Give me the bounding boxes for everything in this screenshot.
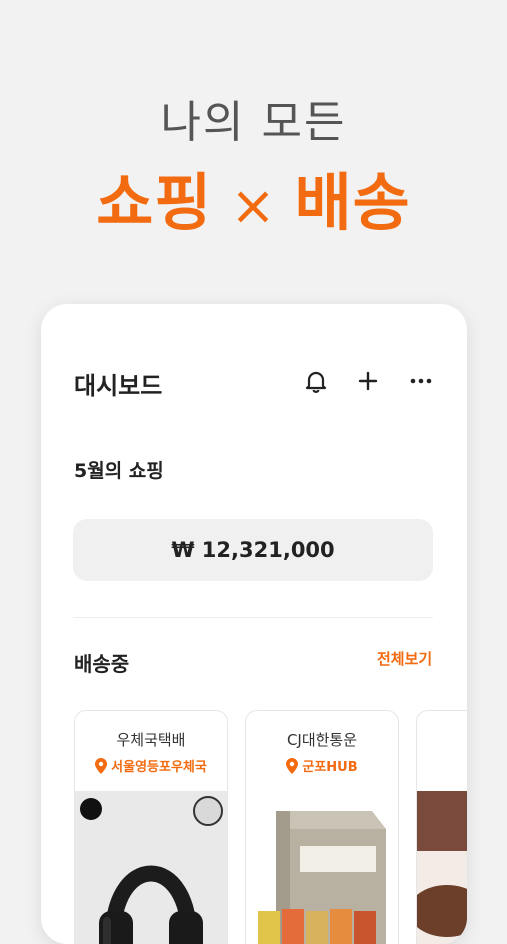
location-text: 군포HUB [302,760,358,775]
hero-heading-line2: 쇼핑 × 배송 [0,152,507,242]
package-card[interactable]: CJ대한통운 군포HUB [245,710,399,944]
more-icon[interactable] [408,368,434,394]
gift-box-product-image [246,791,398,944]
hero-word-shopping: 쇼핑 [96,166,213,239]
dashboard-title: 대시보드 [74,372,163,400]
courier-name: CJ대한통운 [286,731,358,749]
hero-heading-line1: 나의 모든 [160,97,347,148]
dashboard-card: 대시보드 5월의 쇼핑 ₩ 12,321,000 배송중 전체보기 우체국택배 … [41,304,467,944]
package-location: 서울영등포우체국 [75,756,227,775]
courier-name: 우체국택배 [116,731,186,749]
section-divider [73,617,433,618]
month-shopping-label: 5월의 쇼핑 [74,460,164,482]
location-pin-icon [286,757,299,774]
hero-times-sign: × [230,174,277,237]
package-card[interactable] [416,710,467,944]
monthly-spending-total[interactable]: ₩ 12,321,000 [73,519,433,581]
package-card[interactable]: 우체국택배 서울영등포우체국 [74,710,228,944]
location-pin-icon [95,757,108,774]
hero-word-delivery: 배송 [294,166,411,239]
bell-icon[interactable] [303,368,329,394]
view-all-link[interactable]: 전체보기 [377,648,432,669]
location-text: 서울영등포우체국 [111,760,207,775]
package-location: 군포HUB [246,756,398,775]
food-product-image [417,791,467,944]
plus-icon[interactable] [355,368,381,394]
headphones-product-image [75,791,227,944]
shipping-section-title: 배송중 [74,652,130,676]
